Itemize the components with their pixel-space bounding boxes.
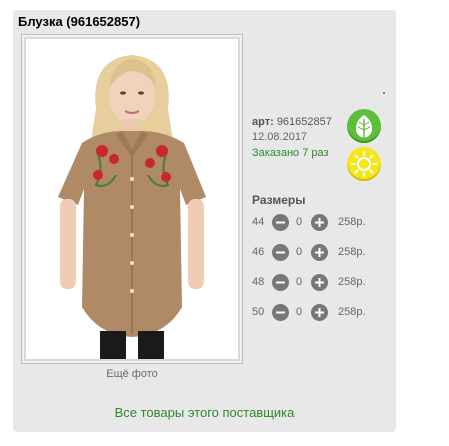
product-photo[interactable] [26,39,238,359]
minus-circle-icon[interactable] [272,244,289,261]
size-price: 258р. [338,246,366,258]
supplier-products-link[interactable]: Все товары этого поставщика [13,405,396,420]
minus-circle-icon[interactable] [272,304,289,321]
size-price: 258р. [338,306,366,318]
size-label: 50 [252,306,265,318]
size-quantity: 0 [296,216,303,228]
plus-circle-icon[interactable] [311,274,328,291]
leaf-icon [347,109,381,143]
size-price: 258р. [338,216,366,228]
product-date: 12.08.2017 [252,131,308,143]
sizes-heading: Размеры [252,193,306,207]
size-price: 258р. [338,276,366,288]
article-label: арт: [252,116,274,128]
sun-icon [347,147,381,181]
plus-circle-icon[interactable] [311,244,328,261]
size-quantity: 0 [296,276,303,288]
size-label: 44 [252,216,265,228]
product-title: Блузка (961652857) [18,14,141,29]
article-value: 961652857 [276,116,332,128]
size-label: 46 [252,246,265,258]
decorative-dot [383,92,385,94]
size-quantity: 0 [296,246,303,258]
plus-circle-icon[interactable] [311,304,328,321]
minus-circle-icon[interactable] [272,274,289,291]
product-photo-frame[interactable] [21,34,243,364]
ordered-count: Заказано 7 раз [252,147,329,159]
plus-circle-icon[interactable] [311,214,328,231]
size-label: 48 [252,276,265,288]
more-photos-link[interactable]: Ещё фото [21,368,243,380]
size-quantity: 0 [296,306,303,318]
minus-circle-icon[interactable] [272,214,289,231]
article-number: арт: 961652857 [252,116,332,128]
blouse-model-image [58,55,206,359]
